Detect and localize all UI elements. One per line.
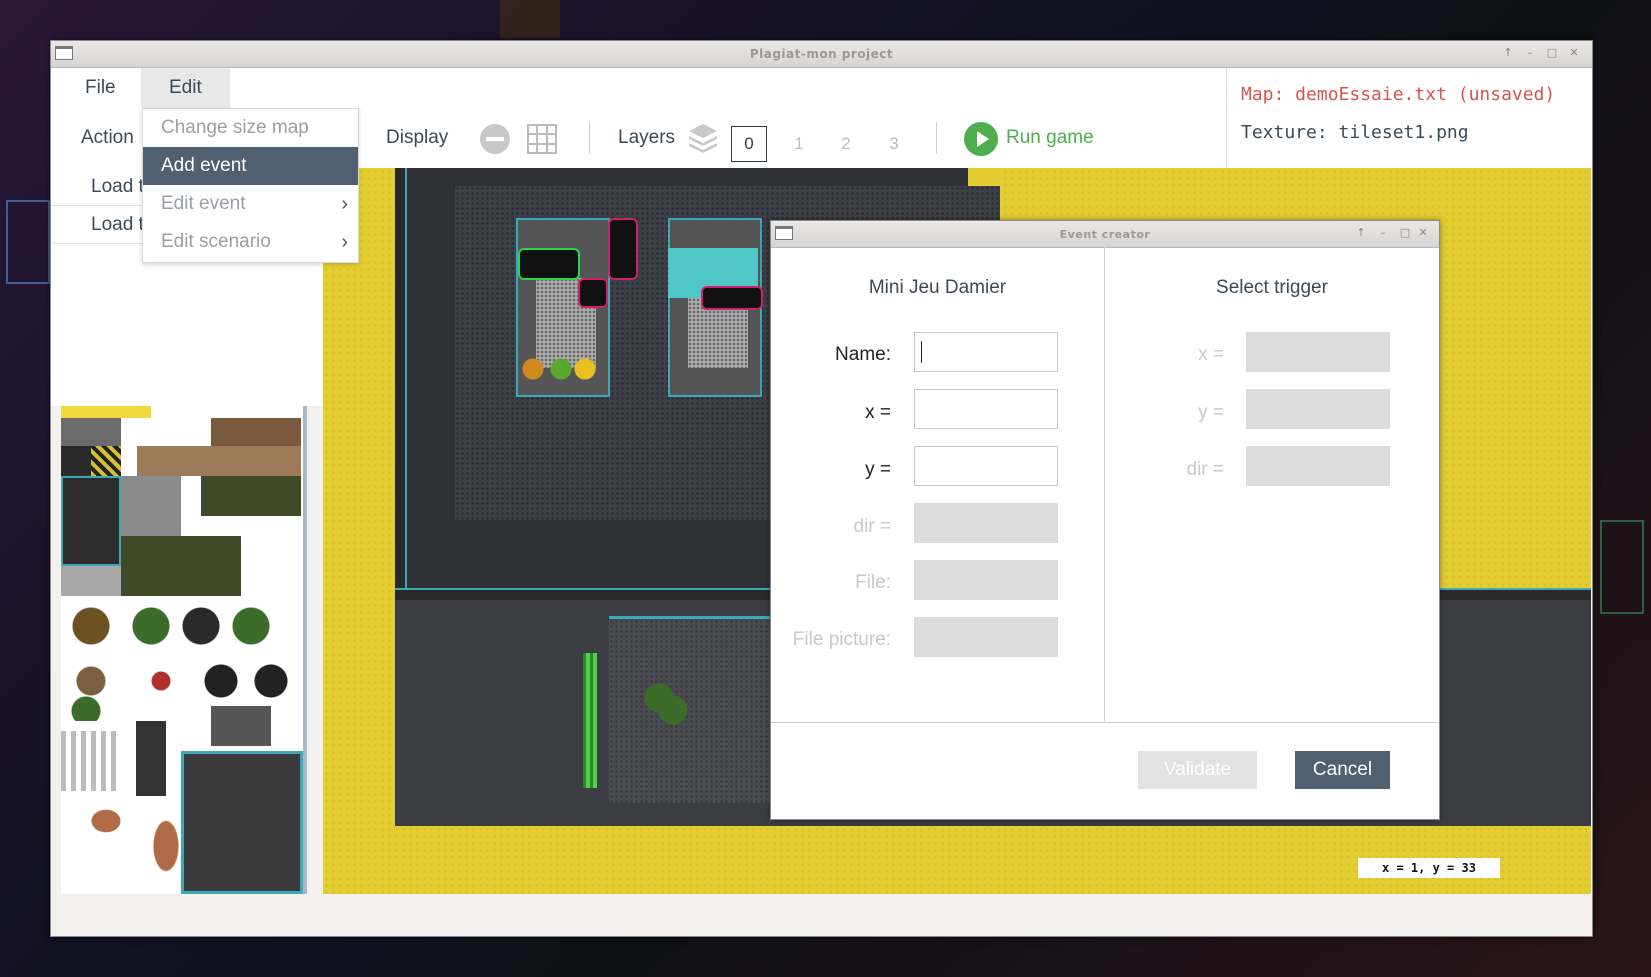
dir-input [914,503,1058,543]
dir-label: dir = [853,516,892,537]
keep-above-icon[interactable]: ↑ [1501,46,1515,59]
menu-item-edit-event[interactable]: Edit event › [143,185,358,223]
cursor-coordinates: x = 1, y = 33 [1358,858,1500,878]
menu-item-label: Edit event [161,193,246,214]
event-creator-dialog: Event creator ↑ – □ ✕ Mini Jeu Damier Se… [770,220,1440,820]
tileset-palette[interactable] [61,406,307,894]
trigger-y-label: y = [1198,402,1224,423]
menu-item-label: Edit scenario [161,231,271,252]
chevron-right-icon: › [341,193,348,215]
text-caret [921,341,922,363]
grid-icon[interactable] [527,124,557,154]
file-picture-input [914,617,1058,657]
minimize-icon[interactable]: – [1523,46,1537,59]
toolbar-separator [936,122,937,154]
file-picture-label: File picture: [792,629,891,650]
menu-item-add-event[interactable]: Add event [143,147,358,185]
run-game-label: Run game [1006,127,1094,148]
toolbar-separator [589,122,590,154]
minimize-icon[interactable]: – [1376,226,1390,239]
layer-2[interactable]: 2 [828,126,864,162]
trigger-y-input [1246,389,1390,429]
layers-label: Layers [618,127,676,148]
dialog-footer-divider [771,722,1439,723]
play-icon [964,122,998,156]
name-input[interactable] [914,332,1058,372]
y-label: y = [865,459,891,480]
close-icon[interactable]: ✕ [1416,226,1430,239]
texture-filename: Texture: tileset1.png [1241,122,1469,143]
dialog-titlebar[interactable]: Event creator ↑ – □ ✕ [771,221,1439,248]
layer-0[interactable]: 0 [731,126,767,162]
close-icon[interactable]: ✕ [1567,46,1581,59]
x-label: x = [865,402,891,423]
menu-item-change-size-map[interactable]: Change size map [143,109,358,147]
name-label: Name: [835,344,891,365]
file-input [914,560,1058,600]
dialog-column-divider [1104,247,1105,722]
trigger-x-input [1246,332,1390,372]
edit-menu: Change size map Add event Edit event › Ed… [142,108,359,263]
menu-item-edit-scenario[interactable]: Edit scenario › [143,223,358,261]
event-section-title: Mini Jeu Damier [868,277,1007,298]
layers-icon [688,122,718,154]
no-entry-icon[interactable] [480,124,510,154]
trigger-dir-input [1246,446,1390,486]
keep-above-icon[interactable]: ↑ [1354,226,1368,239]
menu-item-label: Change size map [161,117,309,138]
maximize-icon[interactable]: □ [1398,226,1412,239]
file-label: File: [855,572,891,593]
menu-item-label: Add event [161,155,247,176]
trigger-x-label: x = [1198,344,1224,365]
layer-3[interactable]: 3 [876,126,912,162]
dialog-title: Event creator [1059,228,1151,241]
menu-file[interactable]: File [57,68,144,108]
layer-1[interactable]: 1 [781,126,817,162]
action-label[interactable]: Action [81,108,134,168]
x-input[interactable] [914,389,1058,429]
maximize-icon[interactable]: □ [1545,46,1559,59]
trigger-dir-label: dir = [1186,459,1225,480]
cancel-button[interactable]: Cancel [1295,751,1390,789]
display-label: Display [386,127,449,148]
map-filename: Map: demoEssaie.txt (unsaved) [1241,84,1556,105]
main-titlebar[interactable]: Plagiat-mon project ↑ – □ ✕ [51,41,1592,68]
trigger-section-title: Select trigger [1216,277,1328,298]
info-panel: Map: demoEssaie.txt (unsaved) Texture: t… [1226,68,1592,168]
validate-button[interactable]: Validate [1138,751,1257,789]
y-input[interactable] [914,446,1058,486]
menu-edit[interactable]: Edit [141,68,230,108]
window-title: Plagiat-mon project [749,47,894,61]
menubar: File Edit [51,68,1226,108]
chevron-right-icon: › [341,231,348,253]
